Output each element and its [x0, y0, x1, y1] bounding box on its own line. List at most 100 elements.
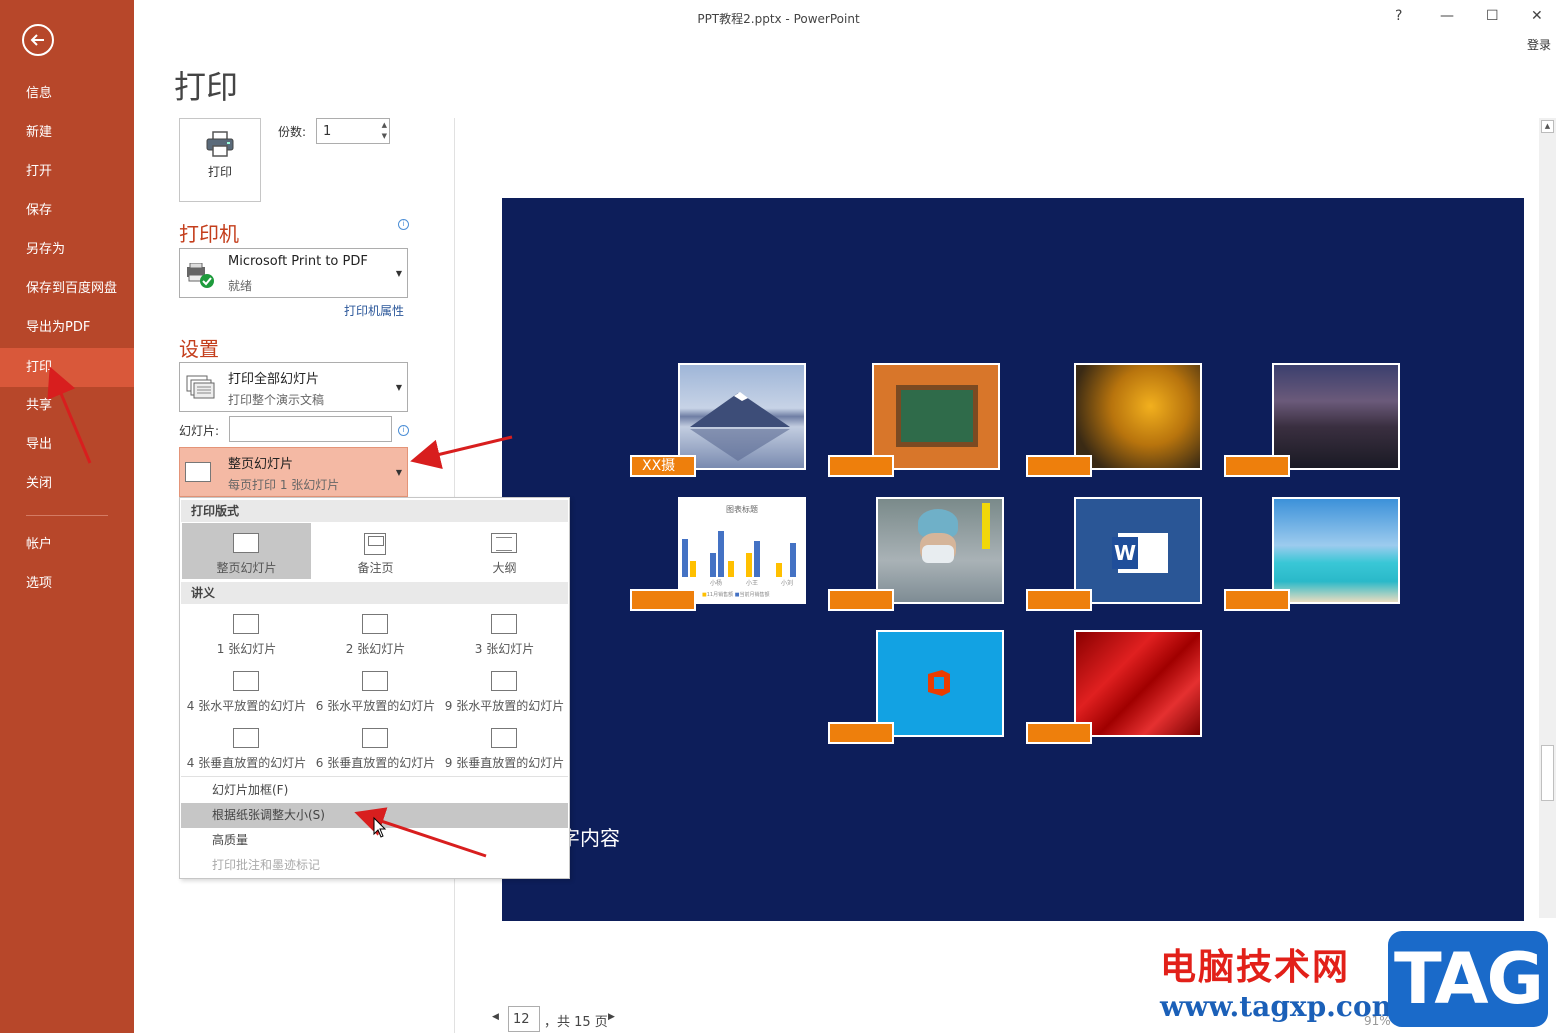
word-letter: W — [1112, 537, 1138, 569]
sidebar-item-account[interactable]: 帐户 — [0, 525, 134, 564]
spin-arrows-icon[interactable]: ▲ ▼ — [382, 120, 387, 142]
chart-tick-label: 小杨 — [710, 580, 723, 587]
handout-4-horizontal[interactable]: 4 张水平放置的幻灯片 — [182, 661, 311, 717]
option-label: 整页幻灯片 — [216, 561, 277, 575]
bar-chart-image: 图表标题 小杨 小王 小刘 ■11月销售额 ■当前月销售额 — [678, 497, 806, 604]
handout-6-horizontal[interactable]: 6 张水平放置的幻灯片 — [311, 661, 440, 717]
slides-label: 幻灯片: — [179, 424, 220, 438]
option-label: 9 张水平放置的幻灯片 — [444, 699, 565, 713]
scrollbar-thumb[interactable] — [1541, 745, 1554, 801]
printer-ready-icon — [187, 263, 214, 288]
printer-status: 就绪 — [228, 279, 253, 293]
menu-item-frame-slides[interactable]: 幻灯片加框(F) — [181, 778, 568, 803]
copies-label: 份数: — [278, 125, 307, 139]
sidebar-item-options[interactable]: 选项 — [0, 564, 134, 603]
sidebar-item-save-as[interactable]: 另存为 — [0, 230, 134, 269]
chart-legend-item: 当前月销售额 — [739, 592, 770, 598]
beach-photo — [1272, 497, 1400, 604]
handout-6h-icon — [362, 671, 388, 691]
handout-9v-icon — [491, 728, 517, 748]
photo-caption-tag — [1224, 455, 1290, 477]
sidebar-item-print[interactable]: 打印 — [0, 348, 134, 387]
layout-option-outline[interactable]: 大纲 — [440, 523, 569, 579]
menu-item-print-comments: 打印批注和墨迹标记 — [212, 858, 321, 872]
settings-heading: 设置 — [179, 337, 219, 361]
chart-tick-label: 小刘 — [781, 580, 794, 587]
print-button[interactable]: 打印 — [179, 118, 261, 202]
page-title: 打印 — [174, 68, 239, 106]
photo-caption-tag — [828, 722, 894, 744]
menu-item-high-quality[interactable]: 高质量 — [181, 828, 568, 853]
close-icon[interactable]: ✕ — [1531, 8, 1543, 24]
slides-info-icon[interactable]: i — [398, 425, 409, 436]
menu-section-handouts: 讲义 — [181, 582, 568, 604]
print-layout-main: 整页幻灯片 — [228, 457, 294, 472]
handout-4-vertical[interactable]: 4 张垂直放置的幻灯片 — [182, 718, 311, 774]
maximize-icon[interactable]: ☐ — [1486, 8, 1499, 24]
zoom-level[interactable]: 91% — [1364, 1014, 1391, 1028]
prev-page-icon[interactable]: ◀ — [492, 1012, 499, 1022]
yellow-maple-leaf-photo — [1074, 363, 1202, 470]
option-label: 大纲 — [492, 561, 517, 575]
photo-caption-tag — [1224, 589, 1290, 611]
dropdown-arrow-icon: ▼ — [395, 468, 402, 477]
dropdown-arrow-icon: ▼ — [395, 269, 402, 278]
sidebar-item-save[interactable]: 保存 — [0, 191, 134, 230]
sidebar-item-save-baidu[interactable]: 保存到百度网盘 — [0, 269, 134, 308]
page-number-input[interactable]: 12 — [508, 1006, 540, 1032]
option-label: 3 张幻灯片 — [474, 642, 535, 656]
menu-item-scale-to-fit[interactable]: 根据纸张调整大小(S) — [181, 803, 568, 828]
sidebar-item-open[interactable]: 打开 — [0, 152, 134, 191]
handout-6-vertical[interactable]: 6 张垂直放置的幻灯片 — [311, 718, 440, 774]
menu-separator — [181, 776, 568, 777]
printer-info-icon[interactable]: i — [398, 219, 409, 230]
handout-1-icon — [233, 614, 259, 634]
photo-caption-tag — [1026, 589, 1092, 611]
chart-legend-item: 11月销售额 — [706, 592, 734, 598]
layout-option-notes[interactable]: 备注页 — [311, 523, 440, 579]
login-link[interactable]: 登录 — [1527, 36, 1551, 53]
scroll-up-icon[interactable]: ▲ — [1541, 120, 1554, 133]
next-page-icon[interactable]: ▶ — [608, 1012, 615, 1022]
layout-option-full-page[interactable]: 整页幻灯片 — [182, 523, 311, 579]
print-range-main: 打印全部幻灯片 — [228, 372, 320, 387]
handout-3-slides[interactable]: 3 张幻灯片 — [440, 604, 569, 660]
sidebar-item-export-pdf[interactable]: 导出为PDF — [0, 308, 134, 347]
handout-9-vertical[interactable]: 9 张垂直放置的幻灯片 — [440, 718, 569, 774]
sidebar-item-share[interactable]: 共享 — [0, 386, 134, 425]
help-icon[interactable]: ? — [1395, 8, 1402, 24]
copies-value: 1 — [323, 124, 332, 139]
sidebar-item-new[interactable]: 新建 — [0, 113, 134, 152]
printer-properties-link[interactable]: 打印机属性 — [344, 302, 404, 319]
handout-2-slides[interactable]: 2 张幻灯片 — [311, 604, 440, 660]
copies-stepper[interactable]: 1 ▲ ▼ — [316, 118, 390, 144]
printer-dropdown[interactable]: Microsoft Print to PDF 就绪 ▼ — [179, 248, 408, 298]
slides-input[interactable] — [229, 416, 392, 442]
print-layout-sub: 每页打印 1 张幻灯片 — [228, 478, 340, 492]
option-label: 6 张水平放置的幻灯片 — [315, 699, 436, 713]
handout-9-horizontal[interactable]: 9 张水平放置的幻灯片 — [440, 661, 569, 717]
option-label: 2 张幻灯片 — [345, 642, 406, 656]
print-layout-dropdown[interactable]: 整页幻灯片 每页打印 1 张幻灯片 ▼ — [179, 447, 408, 497]
option-label: 4 张水平放置的幻灯片 — [186, 699, 307, 713]
option-label: 1 张幻灯片 — [216, 642, 277, 656]
minimize-icon[interactable]: — — [1440, 8, 1454, 24]
sidebar-item-export[interactable]: 导出 — [0, 425, 134, 464]
sidebar-item-close[interactable]: 关闭 — [0, 464, 134, 503]
sidebar-item-info[interactable]: 信息 — [0, 74, 134, 113]
photo-caption-tag — [828, 589, 894, 611]
watermark-site-name: 电脑技术网 — [1160, 947, 1351, 988]
chart-tick-label: 小王 — [746, 580, 759, 587]
red-silk-photo — [1074, 630, 1202, 737]
print-range-dropdown[interactable]: 打印全部幻灯片 打印整个演示文稿 ▼ — [179, 362, 408, 412]
handout-1-slide[interactable]: 1 张幻灯片 — [182, 604, 311, 660]
watermark-tag-logo: TAG — [1388, 931, 1548, 1027]
all-slides-icon — [186, 375, 215, 399]
dropdown-arrow-icon: ▼ — [395, 383, 402, 392]
photo-caption-tag — [1026, 455, 1092, 477]
word-icon: W — [1112, 533, 1168, 573]
back-arrow-icon[interactable] — [22, 24, 54, 56]
outline-icon — [491, 533, 517, 553]
full-page-slide-icon — [185, 462, 211, 482]
handout-4h-icon — [233, 671, 259, 691]
